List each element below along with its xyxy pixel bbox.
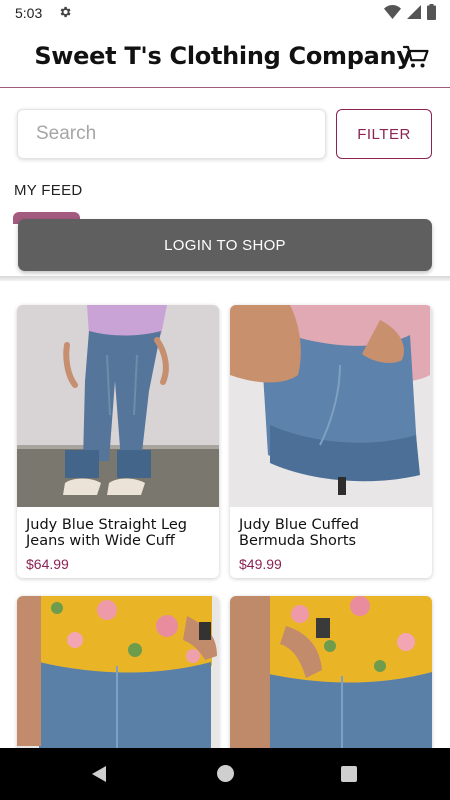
product-name[interactable]: Judy Blue Straight Leg Jeans with Wide C…: [26, 517, 210, 549]
product-card[interactable]: [17, 596, 219, 756]
recents-icon[interactable]: [341, 766, 357, 782]
product-card[interactable]: Judy Blue Straight Leg Jeans with Wide C…: [17, 305, 219, 578]
back-icon[interactable]: [90, 765, 108, 783]
product-card[interactable]: Judy Blue Cuffed Bermuda Shorts $49.99: [230, 305, 432, 578]
cart-icon[interactable]: [402, 43, 430, 71]
product-price: $49.99: [239, 556, 282, 572]
search-box: [17, 109, 326, 159]
brand-title: Sweet T's Clothing Company: [34, 42, 412, 70]
battery-icon: [427, 4, 436, 20]
status-bar: 5:03: [0, 0, 450, 26]
product-card[interactable]: [230, 596, 432, 756]
product-image-floral-top-shorts[interactable]: [17, 596, 219, 756]
system-nav-bar: [0, 748, 450, 800]
login-to-shop-button[interactable]: LOGIN TO SHOP: [18, 219, 432, 271]
product-name[interactable]: Judy Blue Cuffed Bermuda Shorts: [239, 517, 423, 549]
status-icons: [384, 4, 436, 20]
wifi-icon: [384, 5, 401, 19]
filter-button[interactable]: FILTER: [336, 109, 432, 159]
signal-icon: [407, 5, 421, 19]
home-icon[interactable]: [217, 765, 234, 782]
settings-icon: [60, 6, 71, 18]
app-header: Sweet T's Clothing Company: [0, 26, 450, 88]
tab-my-feed[interactable]: MY FEED: [14, 182, 83, 199]
product-image-bermuda-shorts[interactable]: [230, 305, 432, 507]
status-time: 5:03: [15, 5, 43, 21]
search-input[interactable]: [18, 110, 325, 158]
product-image-floral-top-shorts-2[interactable]: [230, 596, 432, 756]
product-price: $64.99: [26, 556, 69, 572]
section-divider: [0, 276, 450, 281]
product-image-straight-leg-jeans[interactable]: [17, 305, 219, 507]
